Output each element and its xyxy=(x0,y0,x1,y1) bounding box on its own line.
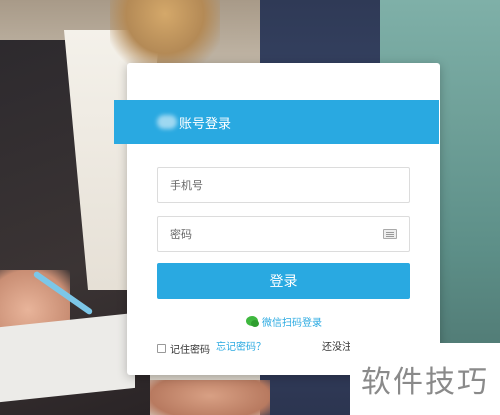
phone-field[interactable] xyxy=(157,167,410,203)
forgot-password-link[interactable]: 忘记密码？ xyxy=(216,341,266,355)
keyboard-icon[interactable] xyxy=(383,229,397,239)
blurred-brand-mark xyxy=(157,115,177,129)
login-button[interactable]: 登录 xyxy=(157,263,410,299)
password-field[interactable] xyxy=(157,216,410,252)
register-link[interactable]: 还没注 xyxy=(322,341,350,355)
remember-password[interactable]: 记住密码 xyxy=(157,341,210,356)
remember-label: 记住密码 xyxy=(170,344,210,356)
login-title: 账号登录 xyxy=(179,116,232,132)
background-paper xyxy=(0,312,135,403)
wechat-login-link[interactable]: 微信扫码登录 xyxy=(246,314,322,329)
background-bottom-hand xyxy=(150,380,270,415)
wechat-login-label: 微信扫码登录 xyxy=(262,317,322,329)
remember-checkbox[interactable] xyxy=(157,343,166,353)
password-input[interactable] xyxy=(158,217,409,251)
wechat-icon xyxy=(246,316,259,327)
watermark: 软件技巧 xyxy=(350,343,500,415)
phone-input[interactable] xyxy=(158,168,409,202)
background-hair xyxy=(110,0,220,70)
login-title-bar: 账号登录 xyxy=(114,100,439,144)
